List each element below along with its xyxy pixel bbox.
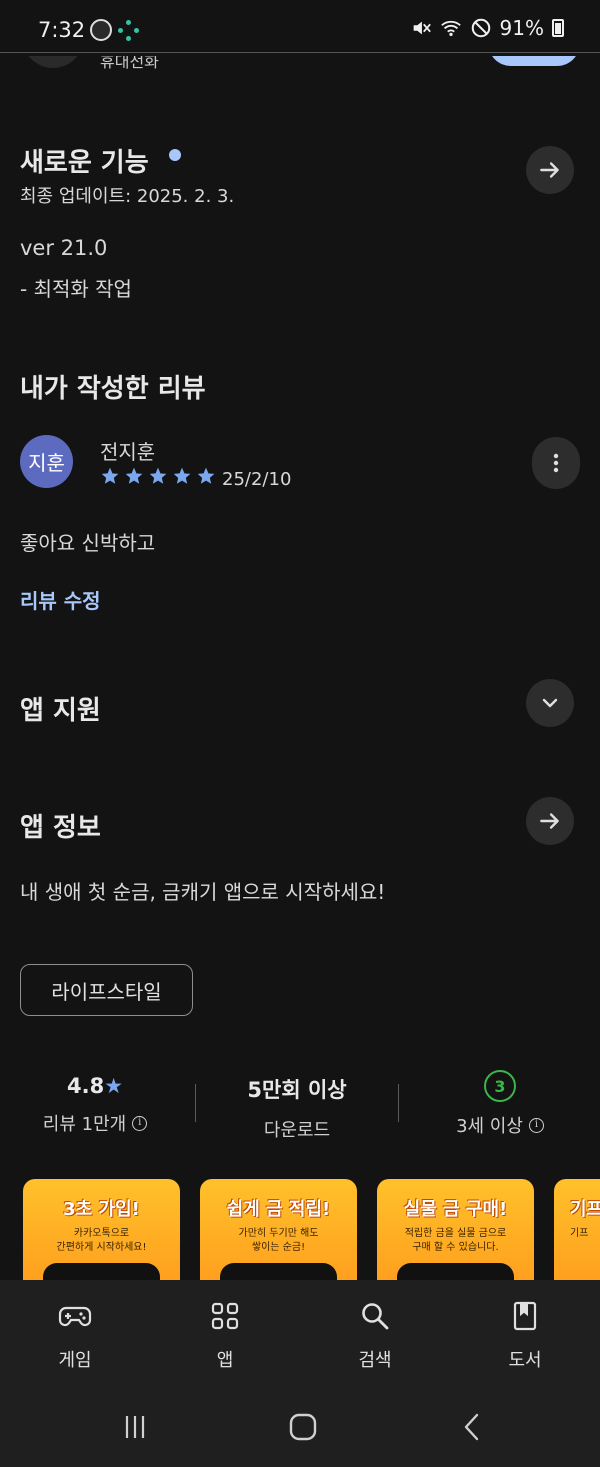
screenshot-title: 3초 가입! xyxy=(63,1199,140,1220)
status-bar: 7:32 91% xyxy=(0,0,600,56)
screenshot-title: 실물 금 구매! xyxy=(403,1199,508,1220)
reviews-count-row: 리뷰 1만개 i xyxy=(20,1110,170,1136)
version-text: ver 21.0 xyxy=(20,236,108,260)
star-icon xyxy=(149,467,167,484)
apps-grid-icon xyxy=(211,1302,239,1330)
screenshot-subtitle: 적립한 금을 실물 금으로 구매 할 수 있습니다. xyxy=(404,1228,507,1253)
update-note: - 최적화 작업 xyxy=(20,277,132,301)
status-divider xyxy=(0,52,600,53)
nav-label: 검색 xyxy=(358,1350,392,1371)
edit-review-link[interactable]: 리뷰 수정 xyxy=(20,585,101,614)
my-review-title: 내가 작성한 리뷰 xyxy=(20,374,206,404)
search-icon xyxy=(362,1303,389,1330)
nav-search[interactable]: 검색 xyxy=(325,1298,425,1372)
star-icon xyxy=(125,467,143,484)
screenshot-subtitle: 카카오톡으로 간편하게 시작하세요! xyxy=(56,1228,147,1253)
arrow-right-icon xyxy=(540,162,559,178)
nav-label: 게임 xyxy=(58,1350,92,1371)
gamepad-icon xyxy=(58,1306,92,1327)
status-icons: 91% xyxy=(410,16,564,40)
whats-new-arrow-button[interactable] xyxy=(526,146,574,194)
dots-notification-icon xyxy=(118,20,140,42)
notification-app-icon xyxy=(90,19,112,41)
age-rating-badge: 3 xyxy=(484,1070,516,1102)
rating-stat[interactable]: 4.8★ 리뷰 1만개 i xyxy=(20,1074,170,1136)
back-icon[interactable] xyxy=(458,1412,488,1442)
info-icon: i xyxy=(528,1117,544,1133)
book-icon xyxy=(513,1301,537,1331)
downloads-label: 다운로드 xyxy=(212,1116,382,1142)
whats-new-title: 새로운 기능 xyxy=(20,148,149,178)
arrow-right-icon xyxy=(540,813,559,829)
nav-books[interactable]: 도서 xyxy=(475,1298,575,1372)
nav-label: 앱 xyxy=(216,1350,234,1371)
home-icon[interactable] xyxy=(288,1412,318,1442)
nav-apps[interactable]: 앱 xyxy=(175,1298,275,1372)
play-store-app-page: 7:32 91% 휴대전화 새로운 기능 최종 업데이트: 2025. 2. 3… xyxy=(0,0,600,1467)
star-icon xyxy=(197,467,215,484)
app-support-expand-button[interactable] xyxy=(526,679,574,727)
category-chip[interactable]: 라이프스타일 xyxy=(20,964,193,1016)
more-vert-icon xyxy=(553,453,559,473)
downloads-label-text: 다운로드 xyxy=(263,1120,331,1141)
review-rating-stars xyxy=(100,466,216,486)
rating-value-row: 4.8★ xyxy=(20,1074,170,1098)
nav-games[interactable]: 게임 xyxy=(25,1298,125,1372)
app-description: 내 생애 첫 순금, 금캐기 앱으로 시작하세요! xyxy=(20,880,386,904)
star-icon xyxy=(173,467,191,484)
recent-apps-icon[interactable] xyxy=(120,1412,150,1442)
screenshot-subtitle: 가만히 두기만 해도 쌓이는 순금! xyxy=(238,1228,319,1253)
screenshot-subtitle: 기프 xyxy=(570,1228,589,1239)
downloads-stat: 5만회 이상 다운로드 xyxy=(212,1074,382,1142)
bottom-navigation: 게임 앱 검색 도서 xyxy=(0,1280,600,1390)
review-date: 25/2/10 xyxy=(222,469,292,490)
battery-icon xyxy=(552,19,564,37)
new-indicator-dot xyxy=(169,149,181,161)
last-updated-date: 최종 업데이트: 2025. 2. 3. xyxy=(20,186,235,207)
downloads-value: 5만회 이상 xyxy=(247,1078,347,1102)
stat-divider xyxy=(195,1084,196,1122)
age-rating-label: 3세 이상 xyxy=(456,1116,523,1137)
review-more-button[interactable] xyxy=(532,437,580,489)
do-not-disturb-icon xyxy=(471,18,490,38)
rating-value: 4.8 xyxy=(66,1074,105,1098)
rating-star-icon: ★ xyxy=(104,1074,124,1098)
system-navigation-bar xyxy=(0,1390,600,1467)
battery-percent: 91% xyxy=(499,16,544,40)
nav-label: 도서 xyxy=(508,1350,542,1371)
reviewer-name: 전지훈 xyxy=(100,440,156,464)
reviews-count: 리뷰 1만개 xyxy=(42,1114,127,1135)
screenshot-title: 기프 xyxy=(570,1199,600,1220)
mute-icon xyxy=(413,21,431,35)
wifi-icon xyxy=(440,20,461,37)
screenshot-title: 쉽게 금 적립! xyxy=(226,1199,331,1220)
info-icon: i xyxy=(132,1115,148,1131)
app-info-arrow-button[interactable] xyxy=(526,797,574,845)
review-body: 좋아요 신박하고 xyxy=(20,531,156,555)
reviewer-avatar: 지훈 xyxy=(20,435,73,488)
star-icon xyxy=(101,467,119,484)
app-info-title: 앱 정보 xyxy=(20,813,101,843)
age-rating-stat[interactable]: 3 3세 이상 i xyxy=(420,1070,580,1138)
chevron-down-icon xyxy=(542,698,558,708)
stat-divider xyxy=(398,1084,399,1122)
status-time: 7:32 xyxy=(38,18,86,42)
age-rating-row: 3세 이상 i xyxy=(420,1112,580,1138)
app-support-title: 앱 지원 xyxy=(20,696,101,726)
